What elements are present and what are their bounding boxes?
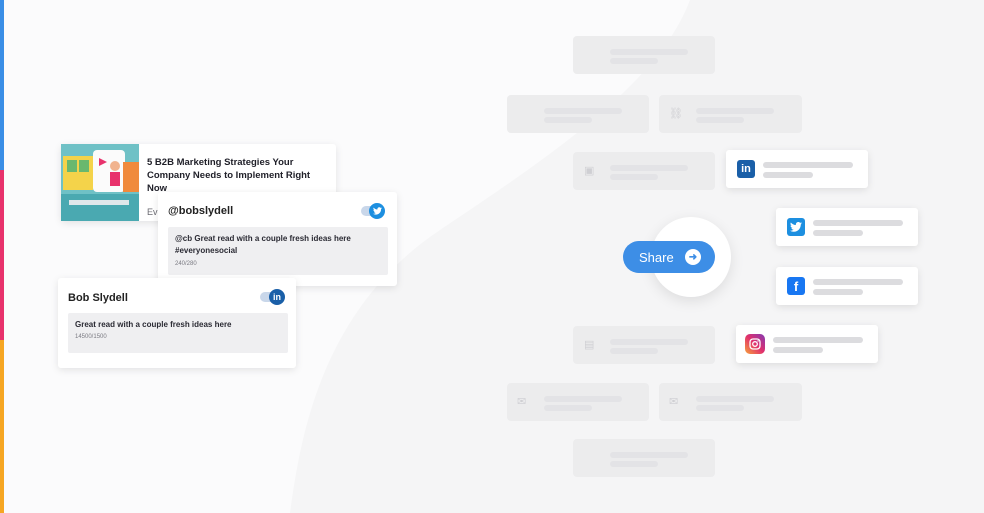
ghost-card-mail: ✉ (507, 383, 649, 421)
mail-icon: ✉ (669, 396, 679, 408)
linkedin-char-counter: 14500/1500 (75, 334, 107, 340)
blog-post-title: 5 B2B Marketing Strategies Your Company … (147, 157, 311, 194)
linkedin-name: Bob Slydell (68, 292, 128, 304)
linkedin-message-box[interactable]: Great read with a couple fresh ideas her… (68, 313, 288, 353)
network-card-instagram[interactable] (736, 325, 878, 363)
linkedin-message: Great read with a couple fresh ideas her… (75, 320, 232, 329)
twitter-icon (787, 218, 805, 236)
ghost-card-gallery: ▤ (573, 326, 715, 364)
network-card-facebook[interactable]: f (776, 267, 918, 305)
share-button[interactable]: Share ➜ (623, 241, 715, 273)
network-card-linkedin[interactable]: in (726, 150, 868, 188)
edge-strip-blue (0, 0, 4, 170)
background-curve (0, 0, 690, 513)
edge-strip-pink (0, 170, 4, 340)
twitter-char-counter: 240/280 (175, 261, 197, 267)
blog-post-source: Ev (147, 207, 158, 217)
mail-icon: ✉ (517, 396, 527, 408)
twitter-message: @cb Great read with a couple fresh ideas… (175, 234, 351, 255)
twitter-message-box[interactable]: @cb Great read with a couple fresh ideas… (168, 227, 388, 275)
gallery-icon: ▤ (584, 339, 595, 351)
share-label: Share (639, 249, 674, 265)
edge-strip-orange (0, 340, 4, 513)
network-card-twitter[interactable] (776, 208, 918, 246)
instagram-icon (745, 334, 765, 354)
facebook-icon: f (787, 277, 805, 295)
linkedin-compose-card: Bob Slydell in Great read with a couple … (58, 278, 296, 368)
image-icon: ▣ (584, 165, 595, 177)
linkedin-icon: in (269, 289, 285, 305)
twitter-icon (369, 203, 385, 219)
ghost-card (507, 95, 649, 133)
ghost-card (573, 439, 715, 477)
arrow-right-icon: ➜ (685, 249, 701, 265)
blog-thumbnail (61, 144, 139, 221)
ghost-card (573, 36, 715, 74)
ghost-card-image: ▣ (573, 152, 715, 190)
link-icon: ⛓ (669, 108, 683, 120)
twitter-compose-card: @bobslydell @cb Great read with a couple… (158, 192, 397, 286)
ghost-card-link: ⛓ (659, 95, 802, 133)
ghost-card-mail: ✉ (659, 383, 802, 421)
twitter-handle: @bobslydell (168, 205, 234, 217)
linkedin-icon: in (737, 160, 755, 178)
